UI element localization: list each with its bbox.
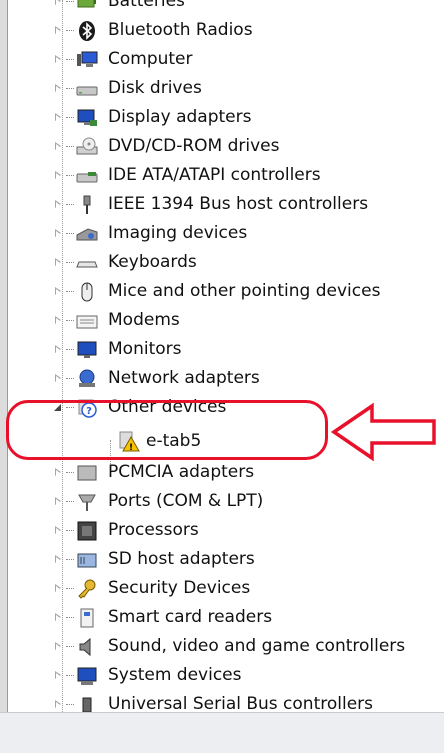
system-device-icon <box>77 667 97 685</box>
device-tree[interactable]: Batteries Bluetooth Radios Computer Disk… <box>8 0 444 712</box>
tree-item-network-adapters[interactable]: Network adapters <box>8 364 428 393</box>
modem-icon <box>76 315 98 329</box>
expand-arrow-icon[interactable] <box>54 84 62 93</box>
tree-item-computer[interactable]: Computer <box>8 45 428 74</box>
expand-arrow-icon[interactable] <box>54 316 62 325</box>
tree-item-label: Security Devices <box>108 578 251 598</box>
tree-item-label: Mice and other pointing devices <box>108 281 381 301</box>
expand-arrow-icon[interactable] <box>54 642 62 651</box>
tree-item-pcmcia-adapters[interactable]: PCMCIA adapters <box>8 458 428 487</box>
disk-drive-icon <box>76 86 98 96</box>
tree-item-label: Network adapters <box>108 368 260 388</box>
tree-item-label: Processors <box>108 520 199 540</box>
expand-arrow-icon[interactable] <box>54 468 62 477</box>
expand-arrow-icon[interactable] <box>54 555 62 564</box>
tree-item-label: Sound, video and game controllers <box>108 636 406 656</box>
tree-item-label: Universal Serial Bus controllers <box>108 694 374 712</box>
tree-item-dvd-cd-rom-drives[interactable]: DVD/CD-ROM drives <box>8 132 428 161</box>
expand-arrow-icon[interactable] <box>54 374 62 383</box>
left-arrow-icon <box>330 402 436 462</box>
usb-icon <box>82 697 92 712</box>
speaker-icon <box>79 637 91 657</box>
tree-item-display-adapters[interactable]: Display adapters <box>8 103 428 132</box>
expand-arrow-icon[interactable] <box>54 613 62 622</box>
expand-arrow-icon[interactable] <box>54 700 62 709</box>
mouse-icon <box>81 282 93 302</box>
tree-item-label: PCMCIA adapters <box>108 462 255 482</box>
tree-item-label: DVD/CD-ROM drives <box>108 136 280 156</box>
highlight-oval <box>6 400 328 460</box>
tree-item-label: Modems <box>108 310 180 330</box>
tree-item-sound-video-and-game-controllers[interactable]: Sound, video and game controllers <box>8 632 428 661</box>
firewire-icon <box>83 195 91 214</box>
tree-item-label: Smart card readers <box>108 607 273 627</box>
monitor-icon <box>77 341 97 358</box>
tree-item-keyboards[interactable]: Keyboards <box>8 248 428 277</box>
tree-item-label: SD host adapters <box>108 549 255 569</box>
window-left-border <box>0 0 8 712</box>
expand-arrow-icon[interactable] <box>54 171 62 180</box>
display-adapter-icon <box>77 109 97 126</box>
tree-item-label: IDE ATA/ATAPI controllers <box>108 165 321 185</box>
expand-arrow-icon[interactable] <box>54 671 62 680</box>
tree-item-label: Batteries <box>108 0 185 11</box>
keyboard-icon <box>76 261 98 268</box>
expand-arrow-icon[interactable] <box>54 142 62 151</box>
tree-item-ieee-1394-bus-host-controllers[interactable]: IEEE 1394 Bus host controllers <box>8 190 428 219</box>
status-bar <box>0 712 444 753</box>
tree-item-label: Keyboards <box>108 252 197 272</box>
dvd-drive-icon <box>76 137 98 155</box>
tree-item-label: Display adapters <box>108 107 252 127</box>
tree-item-bluetooth-radios[interactable]: Bluetooth Radios <box>8 16 428 45</box>
expand-arrow-icon[interactable] <box>54 229 62 238</box>
computer-icon <box>77 51 98 67</box>
expand-arrow-icon[interactable] <box>54 287 62 296</box>
port-icon <box>78 494 96 511</box>
bluetooth-icon <box>79 21 95 41</box>
expand-arrow-icon[interactable] <box>54 55 62 64</box>
expand-arrow-icon[interactable] <box>54 584 62 593</box>
tree-item-mice-and-other-pointing-devices[interactable]: Mice and other pointing devices <box>8 277 428 306</box>
expand-arrow-icon[interactable] <box>54 258 62 267</box>
tree-item-label: Monitors <box>108 339 182 359</box>
tree-item-smart-card-readers[interactable]: Smart card readers <box>8 603 428 632</box>
expand-arrow-icon[interactable] <box>54 526 62 535</box>
tree-item-universal-serial-bus-controllers[interactable]: Universal Serial Bus controllers <box>8 690 428 712</box>
tree-item-label: Disk drives <box>108 78 202 98</box>
tree-item-imaging-devices[interactable]: Imaging devices <box>8 219 428 248</box>
expand-arrow-icon[interactable] <box>54 497 62 506</box>
tree-item-modems[interactable]: Modems <box>8 306 428 335</box>
smart-card-icon <box>80 608 94 628</box>
tree-item-label: IEEE 1394 Bus host controllers <box>108 194 369 214</box>
expand-arrow-icon[interactable] <box>54 0 62 6</box>
expand-arrow-icon[interactable] <box>54 200 62 209</box>
tree-item-label: Ports (COM & LPT) <box>108 491 264 511</box>
processor-icon <box>77 521 97 541</box>
tree-item-monitors[interactable]: Monitors <box>8 335 428 364</box>
tree-item-label: Imaging devices <box>108 223 248 243</box>
expand-arrow-icon[interactable] <box>54 113 62 122</box>
tree-item-ide-ata-atapi-controllers[interactable]: IDE ATA/ATAPI controllers <box>8 161 428 190</box>
camera-icon <box>76 228 98 241</box>
network-adapter-icon <box>79 369 95 387</box>
tree-item-processors[interactable]: Processors <box>8 516 428 545</box>
pcmcia-icon <box>77 465 97 481</box>
tree-item-label: System devices <box>108 665 242 685</box>
expand-arrow-icon[interactable] <box>54 345 62 354</box>
tree-item-disk-drives[interactable]: Disk drives <box>8 74 428 103</box>
battery-icon <box>77 0 96 8</box>
tree-item-label: Computer <box>108 49 193 69</box>
tree-item-system-devices[interactable]: System devices <box>8 661 428 690</box>
key-icon <box>78 579 96 599</box>
tree-item-ports-com-lpt[interactable]: Ports (COM & LPT) <box>8 487 428 516</box>
sd-card-icon <box>77 553 97 568</box>
tree-item-sd-host-adapters[interactable]: SD host adapters <box>8 545 428 574</box>
expand-arrow-icon[interactable] <box>54 26 62 35</box>
ide-controller-icon <box>76 172 98 183</box>
tree-item-batteries[interactable]: Batteries <box>8 0 428 16</box>
tree-item-label: Bluetooth Radios <box>108 20 253 40</box>
tree-item-security-devices[interactable]: Security Devices <box>8 574 428 603</box>
